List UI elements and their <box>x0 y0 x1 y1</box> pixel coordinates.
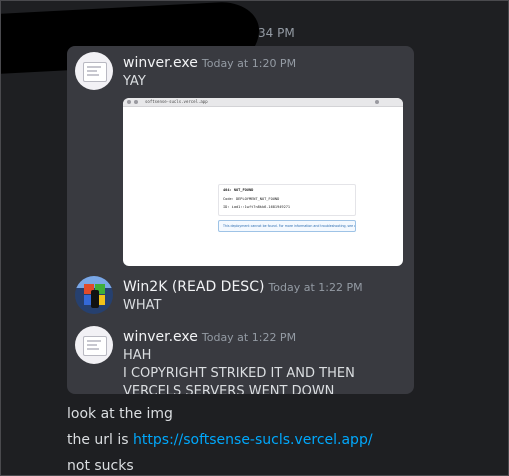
message-winver-2: winver.exe Today at 1:22 PM HAH I COPYRIG… <box>67 326 414 394</box>
comment-line-1: look at the img <box>67 406 173 422</box>
image-attachment[interactable]: softsense-sucls.vercel.app 404: NOT_FOUN… <box>123 98 403 266</box>
message-timestamp: Today at 1:22 PM <box>268 281 363 294</box>
username-win2k[interactable]: Win2K (READ DESC) Today at 1:22 PM <box>123 278 363 297</box>
error-id: ID: iad1::1wft7n8kk6-1681949271 <box>223 205 291 209</box>
message-win2k: Win2K (READ DESC) Today at 1:22 PM WHAT <box>67 276 414 322</box>
message-text: YAY <box>123 74 146 89</box>
partial-timestamp: 34 PM <box>258 26 295 40</box>
document-icon <box>83 336 107 356</box>
username-text[interactable]: winver.exe <box>123 55 198 71</box>
error-code: Code: DEPLOYMENT_NOT_FOUND <box>223 197 280 201</box>
message-timestamp: Today at 1:22 PM <box>201 331 297 344</box>
screenshot-frame: 34 PM winver.exe Today at 1:20 PM YAY sof… <box>0 0 509 476</box>
username-text[interactable]: winver.exe <box>123 329 198 345</box>
figure-icon <box>91 290 99 308</box>
comment-line-2: the url is https://softsense-sucls.verce… <box>67 430 373 450</box>
message-winver-1: winver.exe Today at 1:20 PM YAY softsense… <box>67 52 414 272</box>
browser-url-text: softsense-sucls.vercel.app <box>145 99 208 104</box>
comment-prefix: the url is <box>67 432 134 448</box>
username-winver[interactable]: winver.exe Today at 1:22 PM <box>123 328 296 347</box>
error-box: 404: NOT_FOUND Code: DEPLOYMENT_NOT_FOUN… <box>218 184 356 216</box>
error-note: This deployment cannot be found. For mor… <box>218 220 356 232</box>
url-link[interactable]: https://softsense-sucls.vercel.app/ <box>133 432 373 448</box>
avatar-winver[interactable] <box>75 52 113 90</box>
avatar-winver[interactable] <box>75 326 113 364</box>
username-winver[interactable]: winver.exe Today at 1:20 PM <box>123 54 296 73</box>
message-text: HAH I COPYRIGHT STRIKED IT AND THEN VERC… <box>123 348 355 394</box>
avatar-win2k[interactable] <box>75 276 113 314</box>
username-text[interactable]: Win2K (READ DESC) <box>123 279 264 295</box>
browser-address-bar: softsense-sucls.vercel.app <box>123 98 403 107</box>
message-timestamp: Today at 1:20 PM <box>201 57 297 70</box>
comment-line-3: not sucks <box>67 458 134 474</box>
error-title: 404: NOT_FOUND <box>223 188 254 192</box>
quoted-messages-card: winver.exe Today at 1:20 PM YAY softsense… <box>67 46 414 394</box>
document-icon <box>83 62 107 82</box>
message-text: WHAT <box>123 298 162 313</box>
